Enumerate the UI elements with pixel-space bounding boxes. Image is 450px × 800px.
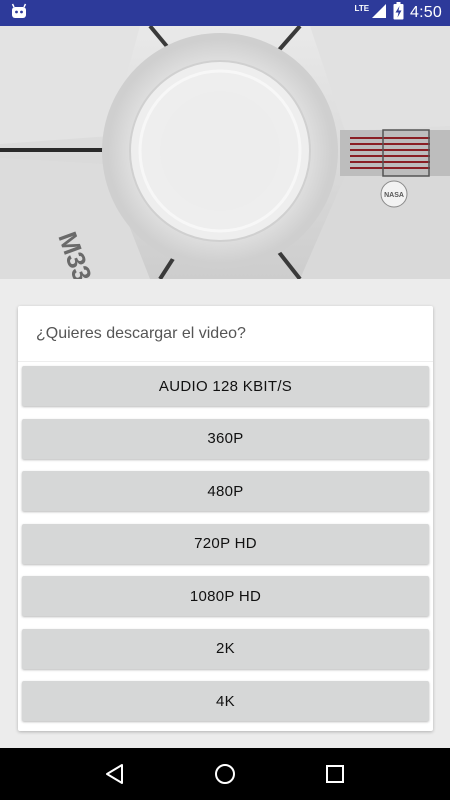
- option-720p-hd-button[interactable]: 720P HD: [22, 523, 429, 564]
- dialog-title: ¿Quieres descargar el video?: [18, 306, 433, 362]
- recents-button[interactable]: [315, 754, 355, 794]
- network-type: LTE: [354, 4, 370, 13]
- home-button[interactable]: [205, 754, 245, 794]
- home-icon: [215, 764, 235, 784]
- option-360p-button[interactable]: 360P: [22, 418, 429, 459]
- quality-options: AUDIO 128 KBIT/S 360P 480P 720P HD 1080P…: [18, 362, 433, 721]
- option-480p-button[interactable]: 480P: [22, 471, 429, 511]
- back-button[interactable]: [95, 754, 135, 794]
- option-1080p-hd-button[interactable]: 1080P HD: [22, 576, 429, 616]
- status-bar: LTE 4:50: [0, 0, 450, 26]
- nasa-badge: NASA: [384, 192, 404, 199]
- status-icons: LTE 4:50: [354, 1, 442, 25]
- back-icon: [106, 764, 123, 784]
- option-audio-128-button[interactable]: AUDIO 128 KBIT/S: [22, 366, 429, 406]
- option-4k-button[interactable]: 4K: [22, 681, 429, 721]
- screen: LTE 4:50 NASA M33 ¿Quieres descargar el …: [0, 0, 450, 800]
- android-icon: [10, 3, 28, 24]
- signal-icon: [371, 3, 387, 24]
- battery-charging-icon: [393, 1, 404, 25]
- option-2k-button[interactable]: 2K: [22, 628, 429, 669]
- recents-icon: [326, 765, 344, 783]
- navigation-bar: [0, 748, 450, 800]
- video-thumbnail: NASA M33: [0, 26, 450, 279]
- clock: 4:50: [410, 4, 442, 21]
- download-dialog: ¿Quieres descargar el video? AUDIO 128 K…: [18, 306, 433, 731]
